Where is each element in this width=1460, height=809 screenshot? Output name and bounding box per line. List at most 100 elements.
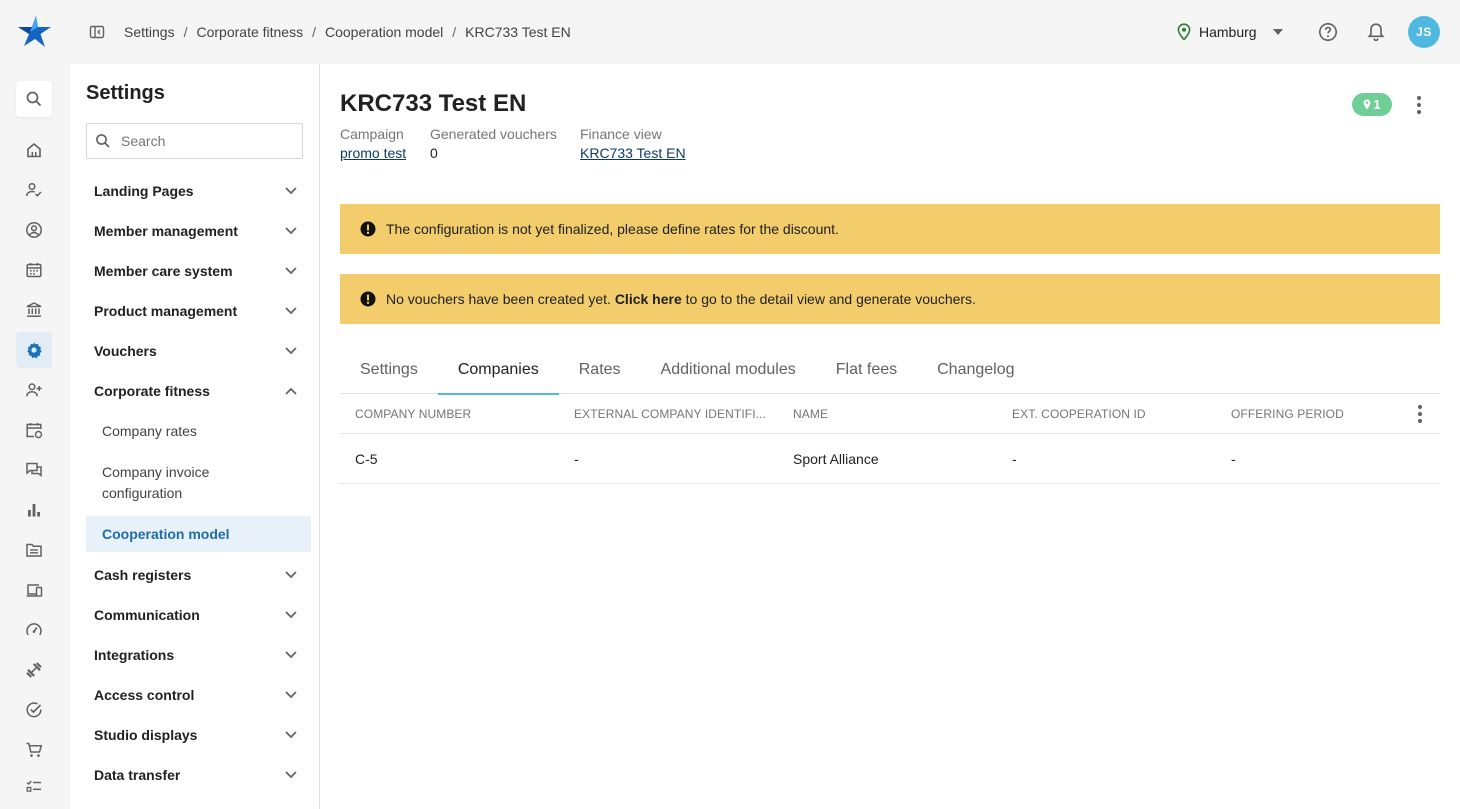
finance-view-link[interactable]: KRC733 Test EN	[580, 145, 686, 161]
nav-subitem-company-invoice-configuration[interactable]: Company invoice configuration	[86, 462, 266, 504]
calendar-icon[interactable]	[16, 252, 52, 288]
settings-search-input[interactable]	[121, 133, 291, 149]
location-name: Hamburg	[1199, 24, 1257, 40]
badge-count: 1	[1373, 97, 1381, 112]
meta-finance-view: Finance view KRC733 Test EN	[580, 126, 686, 163]
nav-item-label: Communication	[94, 607, 200, 623]
chevron-down-icon	[285, 227, 297, 235]
settings-search[interactable]	[86, 123, 303, 159]
cell-company-number: C-5	[355, 451, 378, 467]
chevron-down-icon	[285, 611, 297, 619]
alert-text: to go to the detail view and generate vo…	[685, 291, 976, 307]
nav-item-label: Data transfer	[94, 767, 181, 783]
search-icon	[96, 134, 110, 148]
cart-icon[interactable]	[16, 732, 52, 768]
nav-item-corporate-fitness[interactable]: Corporate fitness	[86, 371, 311, 411]
bank-icon[interactable]	[16, 292, 52, 328]
column-header-name[interactable]: Name	[793, 407, 828, 421]
notifications-bell-icon[interactable]	[1367, 22, 1385, 42]
home-icon[interactable]	[16, 132, 52, 168]
nav-item-data-transfer[interactable]: Data transfer	[86, 755, 311, 795]
alert-text: No vouchers have been created yet.	[386, 291, 611, 307]
page-title: KRC733 Test EN	[340, 90, 527, 117]
nav-item-communication[interactable]: Communication	[86, 595, 311, 635]
tab-changelog[interactable]: Changelog	[917, 346, 1034, 394]
user-avatar[interactable]: JS	[1408, 16, 1440, 48]
nav-item-label: Access control	[94, 687, 195, 703]
column-header-ext-cooperation-id[interactable]: Ext. cooperation ID	[1012, 407, 1146, 421]
tab-companies[interactable]: Companies	[437, 346, 559, 395]
breadcrumb-corporate-fitness[interactable]: Corporate fitness	[196, 24, 303, 40]
alert-no-vouchers: No vouchers have been created yet. Click…	[340, 274, 1440, 324]
chat-icon[interactable]	[16, 452, 52, 488]
chevron-down-icon	[1272, 29, 1283, 35]
devices-icon[interactable]	[16, 572, 52, 608]
meta-generated-vouchers: Generated vouchers 0	[430, 126, 557, 161]
calendar-sync-icon[interactable]	[16, 412, 52, 448]
tab-additional-modules[interactable]: Additional modules	[641, 346, 816, 394]
meta-campaign: Campaign promo test	[340, 126, 406, 163]
nav-item-cash-registers[interactable]: Cash registers	[86, 555, 311, 595]
settings-icon[interactable]	[16, 332, 52, 368]
click-here-link[interactable]: Click here	[615, 291, 682, 307]
member-check-icon[interactable]	[16, 172, 52, 208]
breadcrumb-settings[interactable]: Settings	[124, 24, 175, 40]
breadcrumb-separator: /	[183, 24, 188, 40]
check-circle-icon[interactable]	[16, 692, 52, 728]
chevron-down-icon	[285, 267, 297, 275]
icon-rail	[0, 64, 70, 809]
breadcrumb-separator: /	[312, 24, 316, 40]
cell-ext-cooperation-id: -	[1012, 451, 1017, 467]
breadcrumb-cooperation-model[interactable]: Cooperation model	[325, 24, 443, 40]
tab-rates[interactable]: Rates	[559, 346, 641, 394]
nav-item-label: Vouchers	[94, 343, 157, 359]
nav-item-landing-pages[interactable]: Landing Pages	[86, 171, 311, 211]
tasks-icon[interactable]	[16, 769, 52, 805]
nav-item-studio-displays[interactable]: Studio displays	[86, 715, 311, 755]
settings-panel: Settings Landing Pages Member management…	[70, 64, 320, 809]
nav-item-label: Member care system	[94, 263, 233, 279]
cell-name: Sport Alliance	[793, 451, 879, 467]
column-header-offering-period[interactable]: Offering period	[1231, 407, 1344, 421]
table-row[interactable]: C-5 - Sport Alliance - -	[340, 434, 1440, 484]
nav-item-member-care-system[interactable]: Member care system	[86, 251, 311, 291]
top-bar: Settings / Corporate fitness / Cooperati…	[0, 0, 1460, 64]
more-vert-icon[interactable]	[1416, 95, 1422, 115]
cell-external-company-identifier: -	[574, 451, 579, 467]
nav-item-label: Studio displays	[94, 727, 198, 743]
nav-item-vouchers[interactable]: Vouchers	[86, 331, 311, 371]
tab-flat-fees[interactable]: Flat fees	[816, 346, 917, 394]
nav-item-access-control[interactable]: Access control	[86, 675, 311, 715]
nav-subitem-cooperation-model[interactable]: Cooperation model	[86, 516, 311, 552]
account-circle-icon[interactable]	[16, 212, 52, 248]
tab-bar: Settings Companies Rates Additional modu…	[340, 346, 1440, 395]
panel-toggle-icon[interactable]	[89, 24, 105, 40]
help-icon[interactable]	[1318, 22, 1338, 42]
add-user-icon[interactable]	[16, 372, 52, 408]
column-header-external-company-identifier[interactable]: External company identifi...	[574, 407, 766, 421]
gauge-icon[interactable]	[16, 612, 52, 648]
exclamation-circle-icon	[360, 221, 376, 237]
search-icon[interactable]	[16, 81, 52, 117]
meta-campaign-label: Campaign	[340, 126, 404, 142]
chevron-down-icon	[285, 571, 297, 579]
location-selector[interactable]: Hamburg	[1176, 21, 1283, 43]
companies-table: Company number External company identifi…	[340, 394, 1440, 484]
nav-item-product-management[interactable]: Product management	[86, 291, 311, 331]
nav-item-member-management[interactable]: Member management	[86, 211, 311, 251]
campaign-link[interactable]: promo test	[340, 145, 406, 161]
more-vert-icon[interactable]	[1417, 404, 1423, 424]
folder-icon[interactable]	[16, 532, 52, 568]
nav-item-integrations[interactable]: Integrations	[86, 635, 311, 675]
nav-subitem-company-rates[interactable]: Company rates	[86, 421, 311, 442]
tab-settings[interactable]: Settings	[340, 346, 438, 394]
dumbbell-icon[interactable]	[16, 652, 52, 688]
main-content: KRC733 Test EN 1 Campaign promo test Gen…	[320, 64, 1460, 809]
bar-chart-icon[interactable]	[16, 492, 52, 528]
alert-text: The configuration is not yet finalized, …	[386, 221, 839, 237]
column-header-company-number[interactable]: Company number	[355, 407, 471, 421]
alert-config-not-finalized: The configuration is not yet finalized, …	[340, 204, 1440, 254]
app-logo-icon[interactable]	[16, 14, 52, 50]
table-header: Company number External company identifi…	[340, 394, 1440, 434]
location-count-badge[interactable]: 1	[1352, 93, 1392, 116]
